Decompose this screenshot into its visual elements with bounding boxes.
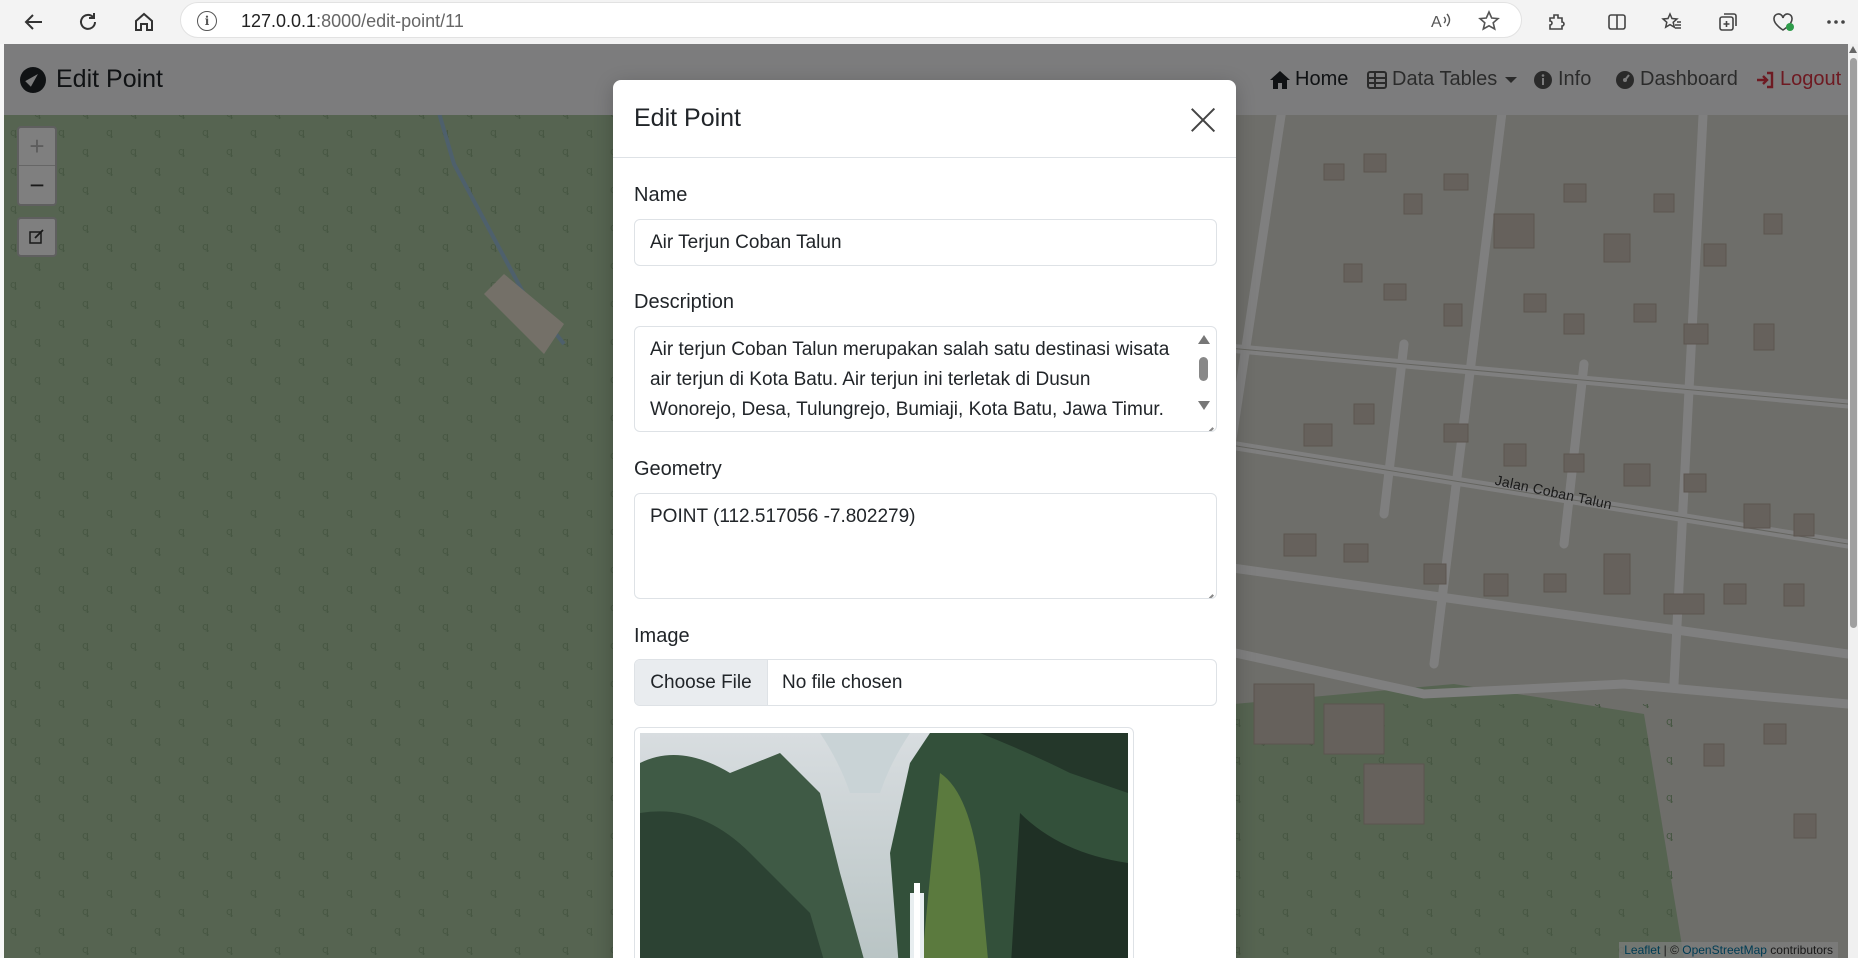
description-text: Air terjun Coban Talun merupakan salah s… [650,339,1170,420]
scroll-thumb[interactable] [1850,58,1857,628]
image-file-input[interactable]: Choose File No file chosen [634,659,1217,706]
waterfall-photo [640,733,1128,958]
file-status: No file chosen [782,671,903,693]
scroll-up-arrow[interactable] [1198,335,1210,344]
address-bar[interactable]: i 127.0.0.1:8000/edit-point/11 A [180,2,1522,38]
browser-essentials-icon[interactable] [1767,6,1799,38]
browser-toolbar: i 127.0.0.1:8000/edit-point/11 A [0,0,1858,44]
url-text[interactable]: 127.0.0.1:8000/edit-point/11 [241,11,464,32]
choose-file-button[interactable]: Choose File [635,660,768,705]
page-scrollbar[interactable] [1848,44,1858,958]
split-screen-icon[interactable] [1601,6,1633,38]
scroll-down-arrow[interactable] [1198,401,1210,410]
favorite-star-icon[interactable] [1477,9,1501,33]
url-host: 127.0.0.1 [241,11,317,31]
scroll-up-arrow[interactable] [1849,46,1857,53]
favorites-icon[interactable] [1656,6,1688,38]
back-icon[interactable] [18,6,50,38]
modal-title: Edit Point [634,104,742,132]
read-aloud-icon[interactable]: A [1429,9,1453,33]
url-path: :8000/edit-point/11 [316,11,464,31]
close-icon[interactable] [1190,107,1216,133]
scroll-thumb[interactable] [1199,357,1208,381]
refresh-icon[interactable] [72,6,104,38]
name-label: Name [634,184,688,206]
more-menu-icon[interactable] [1820,6,1852,38]
textarea-scrollbar[interactable] [1197,335,1211,413]
geometry-textarea[interactable]: POINT (112.517056 -7.802279) [634,493,1217,599]
image-preview [634,727,1134,958]
resize-handle-icon[interactable] [1203,418,1213,428]
geometry-text: POINT (112.517056 -7.802279) [650,506,916,527]
name-input[interactable]: Air Terjun Coban Talun [634,219,1217,266]
description-textarea[interactable]: Air terjun Coban Talun merupakan salah s… [634,326,1217,432]
site-info-icon[interactable]: i [197,11,217,31]
edit-point-modal: Edit Point Name Air Terjun Coban Talun D… [613,80,1236,958]
image-label: Image [634,625,690,647]
geometry-label: Geometry [634,458,722,480]
resize-handle-icon[interactable] [1203,585,1213,595]
home-icon[interactable] [128,6,160,38]
extensions-icon[interactable] [1541,6,1573,38]
collections-icon[interactable] [1712,6,1744,38]
modal-header: Edit Point [613,80,1236,158]
description-label: Description [634,291,735,313]
svg-text:A: A [1431,14,1442,31]
